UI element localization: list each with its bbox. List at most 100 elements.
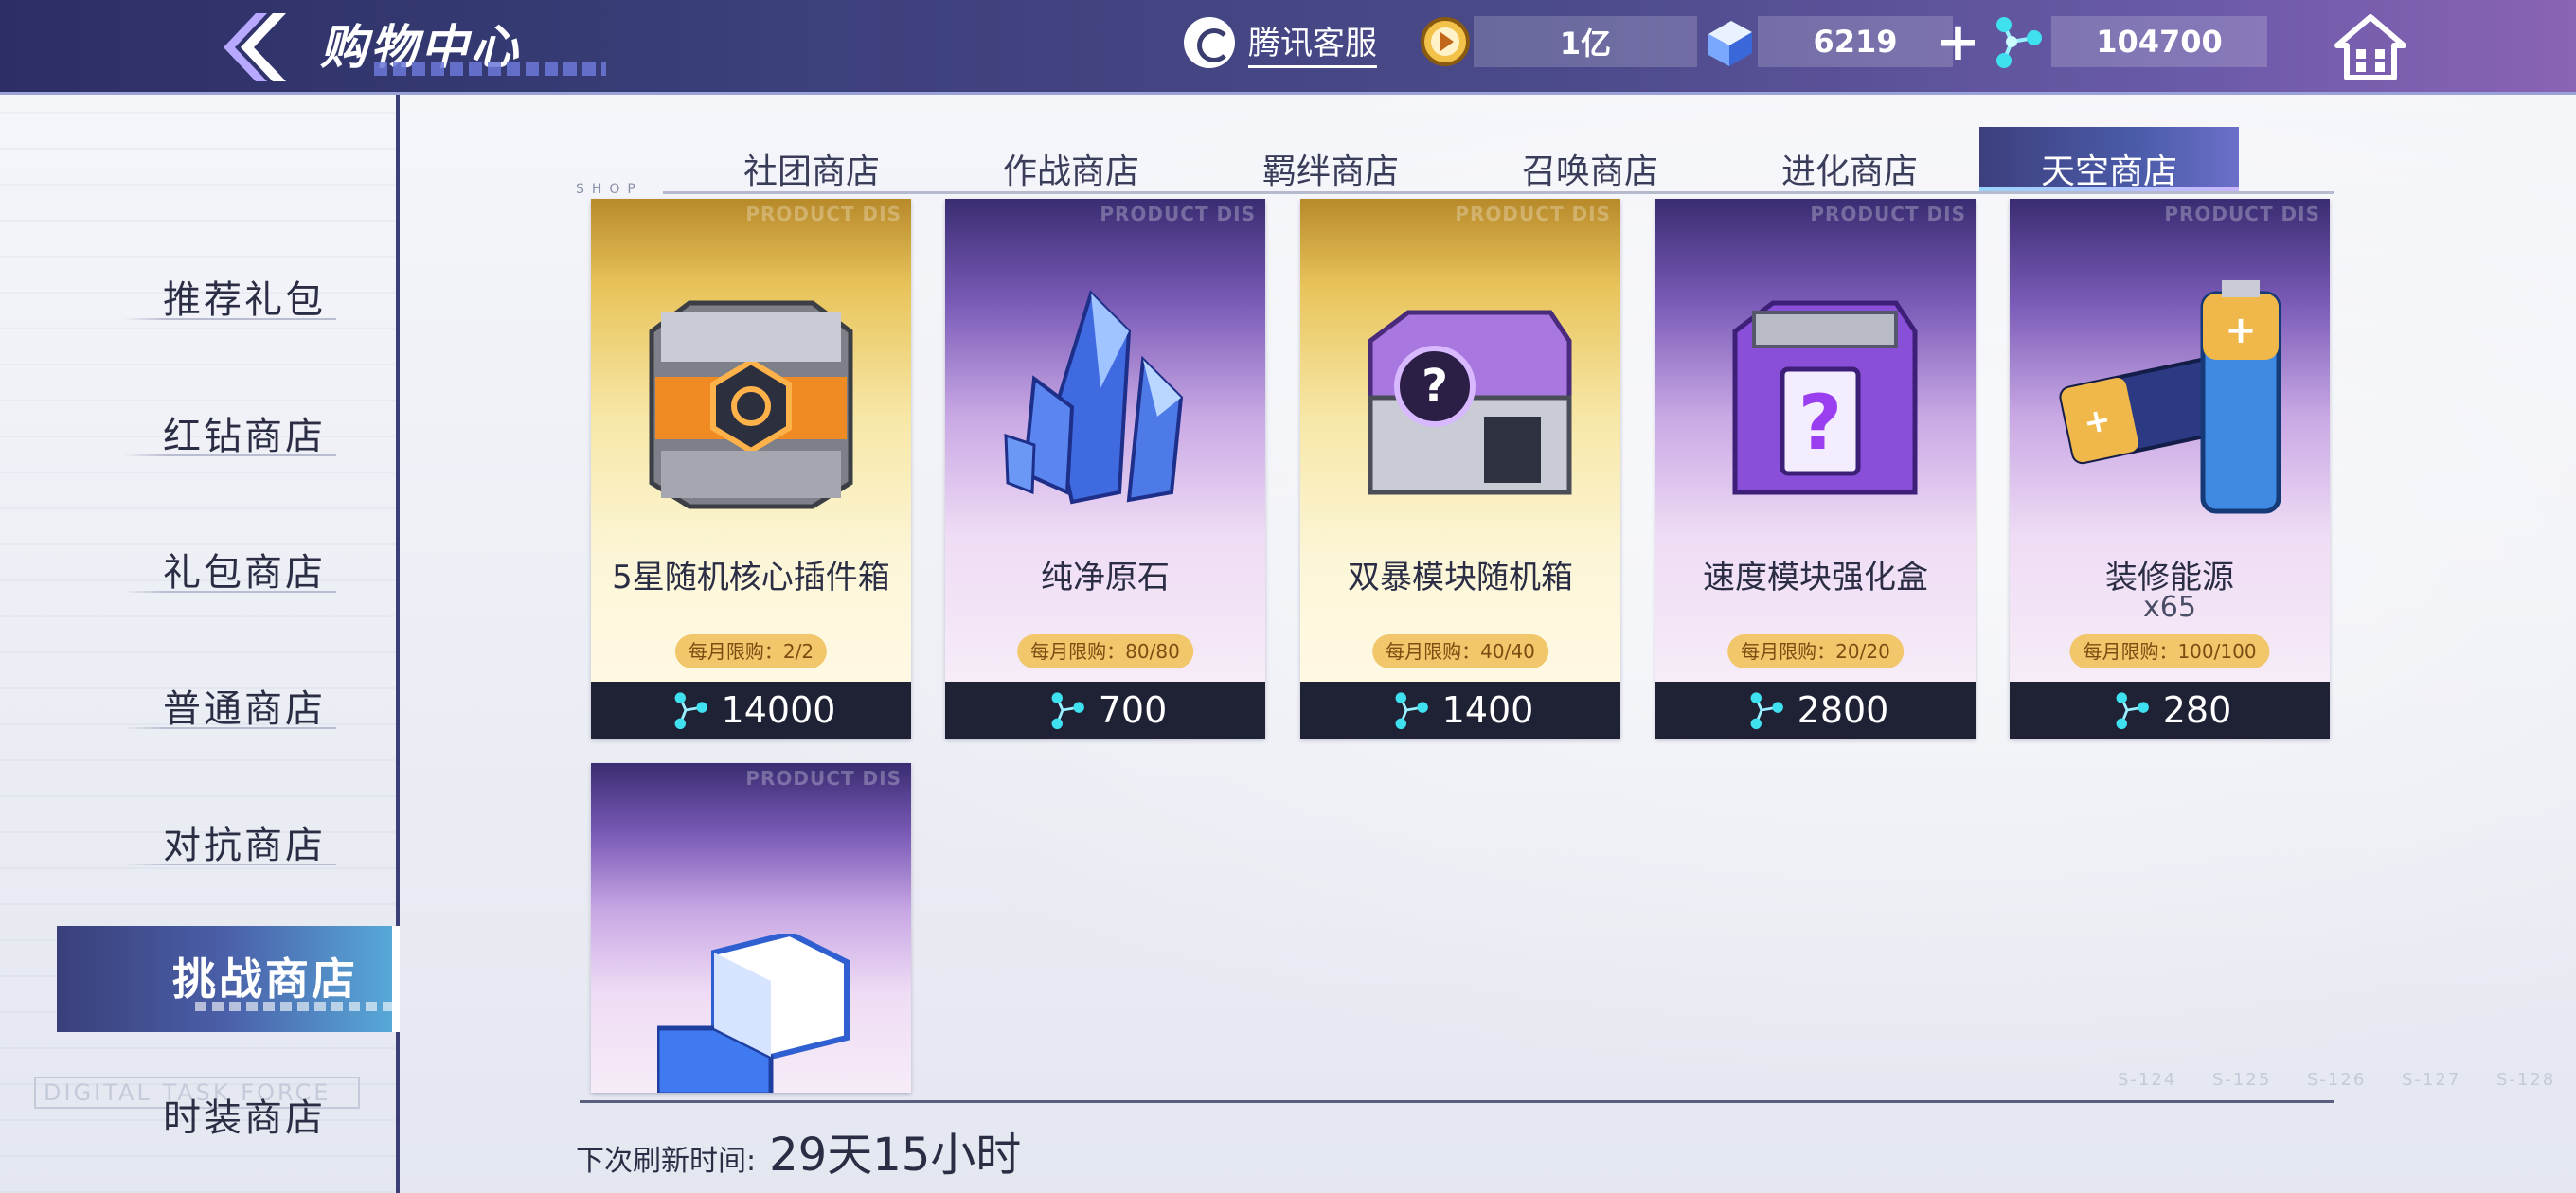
customer-service-button[interactable]: 腾讯客服 <box>1184 15 1377 70</box>
tab-label: 进化商店 <box>1780 152 1918 191</box>
sidebar-item-label: 推荐礼包 <box>163 278 326 322</box>
buy-button[interactable]: 2800 <box>1655 682 1976 739</box>
sky-crystal-icon <box>1996 17 2042 68</box>
product-name: 速度模块强化盒 <box>1703 559 1928 596</box>
sidebar-item-subtext-decoration <box>195 1002 394 1011</box>
sky-crystal-icon <box>1395 692 1428 729</box>
battery-icon: + + <box>2059 280 2281 514</box>
sidebar-item-fashion[interactable]: 时装商店 <box>123 1074 341 1149</box>
sky-crystal-icon <box>1051 692 1084 729</box>
product-name: 5星随机核心插件箱 <box>612 559 890 596</box>
core-plugin-box-icon <box>649 300 853 509</box>
sidebar-item-label: 普通商店 <box>163 687 326 731</box>
purchase-limit-badge: 每月限购：80/80 <box>1017 634 1193 668</box>
price-value: 1400 <box>1441 689 1534 731</box>
sidebar-item-underline <box>123 318 336 320</box>
product-watermark: PRODUCT DIS <box>745 203 902 225</box>
sidebar-item-recommended[interactable]: 推荐礼包 <box>123 256 341 331</box>
product-name: 双暴模块随机箱 <box>1348 559 1573 596</box>
currency-crystal: 104700 <box>1985 15 2267 68</box>
cube-gem-icon <box>1708 21 1752 66</box>
price-value: 2800 <box>1797 689 1889 731</box>
sidebar-item-label: 对抗商店 <box>163 824 326 867</box>
shop-tabs: 社团商店 作战商店 羁绊商店 召唤商店 进化商店 天空商店 <box>682 127 2239 193</box>
customer-service-label: 腾讯客服 <box>1248 17 1377 68</box>
back-chevron-icon[interactable] <box>218 9 303 85</box>
buy-button[interactable]: 14000 <box>591 682 911 739</box>
tab-bond-shop[interactable]: 羁绊商店 <box>1201 127 1460 193</box>
svg-text:?: ? <box>1422 360 1448 413</box>
purchase-limit-badge: 每月限购：100/100 <box>2069 634 2270 668</box>
sky-crystal-value: 104700 <box>2051 16 2267 67</box>
sidebar-item-label: 礼包商店 <box>163 551 326 595</box>
top-bar: 购物中心 腾讯客服 1亿 6219 + 104700 <box>0 0 2576 95</box>
product-quantity: x65 <box>2143 591 2196 624</box>
product-watermark: PRODUCT DIS <box>1100 203 1256 225</box>
product-card[interactable]: PRODUCT DIS + + 装修能源 x65 每月限购：100/100 28… <box>2010 199 2330 739</box>
buy-button[interactable]: 700 <box>945 682 1265 739</box>
tab-sky-shop[interactable]: 天空商店 <box>1979 127 2239 193</box>
purchase-limit-badge: 每月限购：20/20 <box>1727 634 1904 668</box>
tab-battle-shop[interactable]: 作战商店 <box>941 127 1201 193</box>
sky-crystal-icon <box>1750 692 1783 729</box>
sidebar-item-underline <box>123 454 336 456</box>
svg-text:+: + <box>2225 309 2257 352</box>
tab-summon-shop[interactable]: 召唤商店 <box>1460 127 1720 193</box>
currency-coin: 1亿 <box>1417 15 1697 68</box>
corner-coordinates-decoration: S-124 S-125 S-126 S-127 S-128 <box>2118 1070 2556 1090</box>
mystery-chest-icon: ? <box>1368 310 1572 495</box>
shop-watermark: SHOP <box>576 182 643 197</box>
product-watermark: PRODUCT DIS <box>1810 203 1966 225</box>
product-card[interactable]: PRODUCT DIS 纯净原石 每月限购：80/80 700 <box>945 199 1265 739</box>
crystal-icon <box>1004 290 1184 505</box>
sidebar-item-label: 挑战商店 <box>172 953 358 1005</box>
sky-crystal-icon <box>2116 692 2149 729</box>
refresh-value: 29天15小时 <box>769 1129 1022 1182</box>
sidebar-item-label: 红钻商店 <box>163 415 326 458</box>
currency-cube: 6219 <box>1699 15 1953 68</box>
mystery-box-icon: ? <box>1732 300 1918 495</box>
customer-service-icon <box>1184 17 1235 68</box>
sidebar-item-normal[interactable]: 普通商店 <box>123 665 341 740</box>
buy-button[interactable]: 1400 <box>1300 682 1620 739</box>
product-watermark: PRODUCT DIS <box>745 767 902 790</box>
sidebar-item-label: 时装商店 <box>163 1096 326 1140</box>
tabs-baseline <box>663 191 2334 194</box>
refresh-timer: 下次刷新时间: 29天15小时 <box>576 1117 1021 1184</box>
bottom-divider <box>580 1100 2334 1103</box>
purchase-limit-badge: 每月限购：2/2 <box>674 634 828 668</box>
sidebar-item-underline <box>123 864 336 865</box>
product-name: 纯净原石 <box>1041 559 1170 596</box>
sidebar-item-underline <box>123 591 336 593</box>
price-value: 280 <box>2162 689 2232 731</box>
product-watermark: PRODUCT DIS <box>2164 203 2320 225</box>
coin-icon <box>1421 17 1470 66</box>
title-subtext-decoration <box>374 62 606 76</box>
product-watermark: PRODUCT DIS <box>1455 203 1611 225</box>
tab-club-shop[interactable]: 社团商店 <box>682 127 941 193</box>
add-currency-button[interactable]: + <box>1936 16 1980 69</box>
tab-evolution-shop[interactable]: 进化商店 <box>1720 127 1979 193</box>
home-icon[interactable] <box>2334 13 2407 81</box>
coin-value: 1亿 <box>1474 16 1697 67</box>
buy-button[interactable]: 280 <box>2010 682 2330 739</box>
sidebar-item-gift-pack[interactable]: 礼包商店 <box>123 528 341 604</box>
purchase-limit-badge: 每月限购：40/40 <box>1372 634 1548 668</box>
price-value: 700 <box>1098 689 1168 731</box>
product-card[interactable]: PRODUCT DIS ? 速度模块强化盒 每月限购：20/20 2800 <box>1655 199 1976 739</box>
tab-label: 社团商店 <box>742 152 880 191</box>
product-card[interactable]: PRODUCT DIS <box>591 763 911 1093</box>
cube-block-icon <box>657 934 850 1093</box>
product-card[interactable]: PRODUCT DIS 5星随机核心插件箱 每月限购：2/2 14000 <box>591 199 911 739</box>
tab-label: 羁绊商店 <box>1261 152 1399 191</box>
sidebar-item-red-diamond[interactable]: 红钻商店 <box>123 392 341 468</box>
tab-label: 天空商店 <box>2040 152 2177 191</box>
cube-gem-value: 6219 <box>1758 16 1953 67</box>
sky-crystal-icon <box>674 692 707 729</box>
svg-text:?: ? <box>1798 379 1842 467</box>
sidebar-item-challenge[interactable]: 挑战商店 <box>57 926 400 1032</box>
sidebar-item-versus[interactable]: 对抗商店 <box>123 801 341 877</box>
refresh-label: 下次刷新时间: <box>576 1145 757 1178</box>
sidebar-item-underline <box>123 727 336 729</box>
product-card[interactable]: PRODUCT DIS ? 双暴模块随机箱 每月限购：40/40 1400 <box>1300 199 1620 739</box>
